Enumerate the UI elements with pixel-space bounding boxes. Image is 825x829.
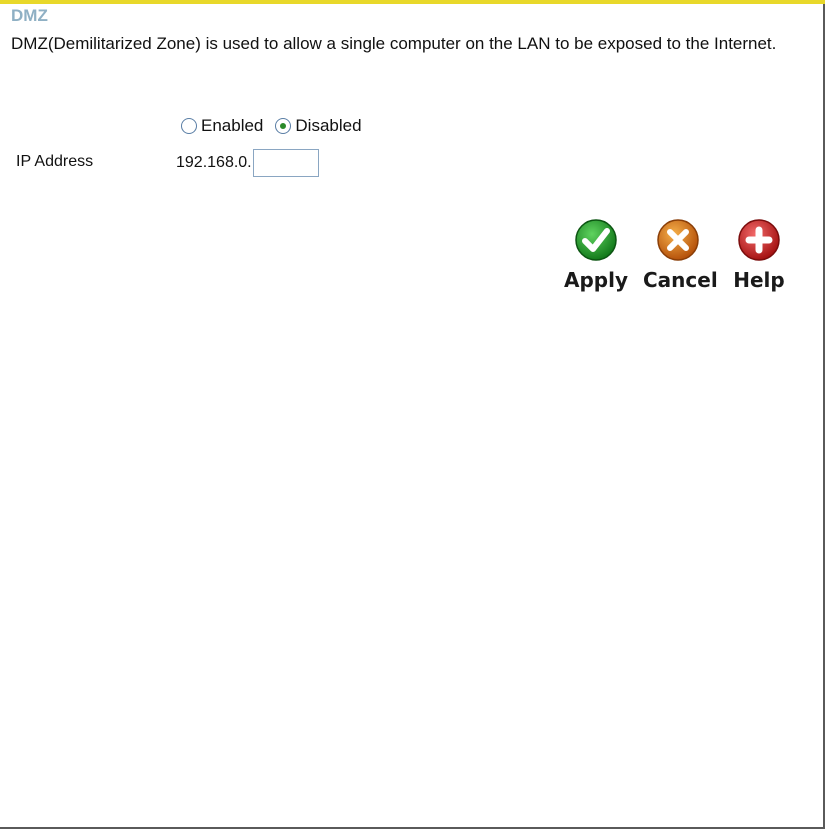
help-label: Help [733,268,785,292]
radio-disabled[interactable] [275,118,292,134]
cancel-button[interactable]: Cancel [643,218,718,292]
dmz-mode-radio-group: Enabled Disabled [181,116,374,136]
top-accent-bar [0,0,825,4]
page-frame [0,0,825,829]
radio-disabled-label[interactable]: Disabled [295,116,361,136]
apply-label: Apply [563,268,628,292]
section-description: DMZ(Demilitarized Zone) is used to allow… [11,34,777,53]
section-title: DMZ [11,6,48,25]
ip-prefix: 192.168.0. [176,154,252,171]
ip-last-octet-input[interactable] [252,149,319,177]
check-icon [575,219,617,261]
radio-enabled-label[interactable]: Enabled [201,116,263,136]
plus-icon [738,219,780,261]
ip-address-label: IP Address [16,153,94,170]
help-button[interactable]: Help [724,218,794,292]
radio-enabled[interactable] [181,118,197,134]
apply-button[interactable]: Apply [561,218,631,292]
x-icon [657,219,699,261]
cancel-label: Cancel [643,268,718,292]
ip-address-row: 192.168.0. [176,149,319,177]
